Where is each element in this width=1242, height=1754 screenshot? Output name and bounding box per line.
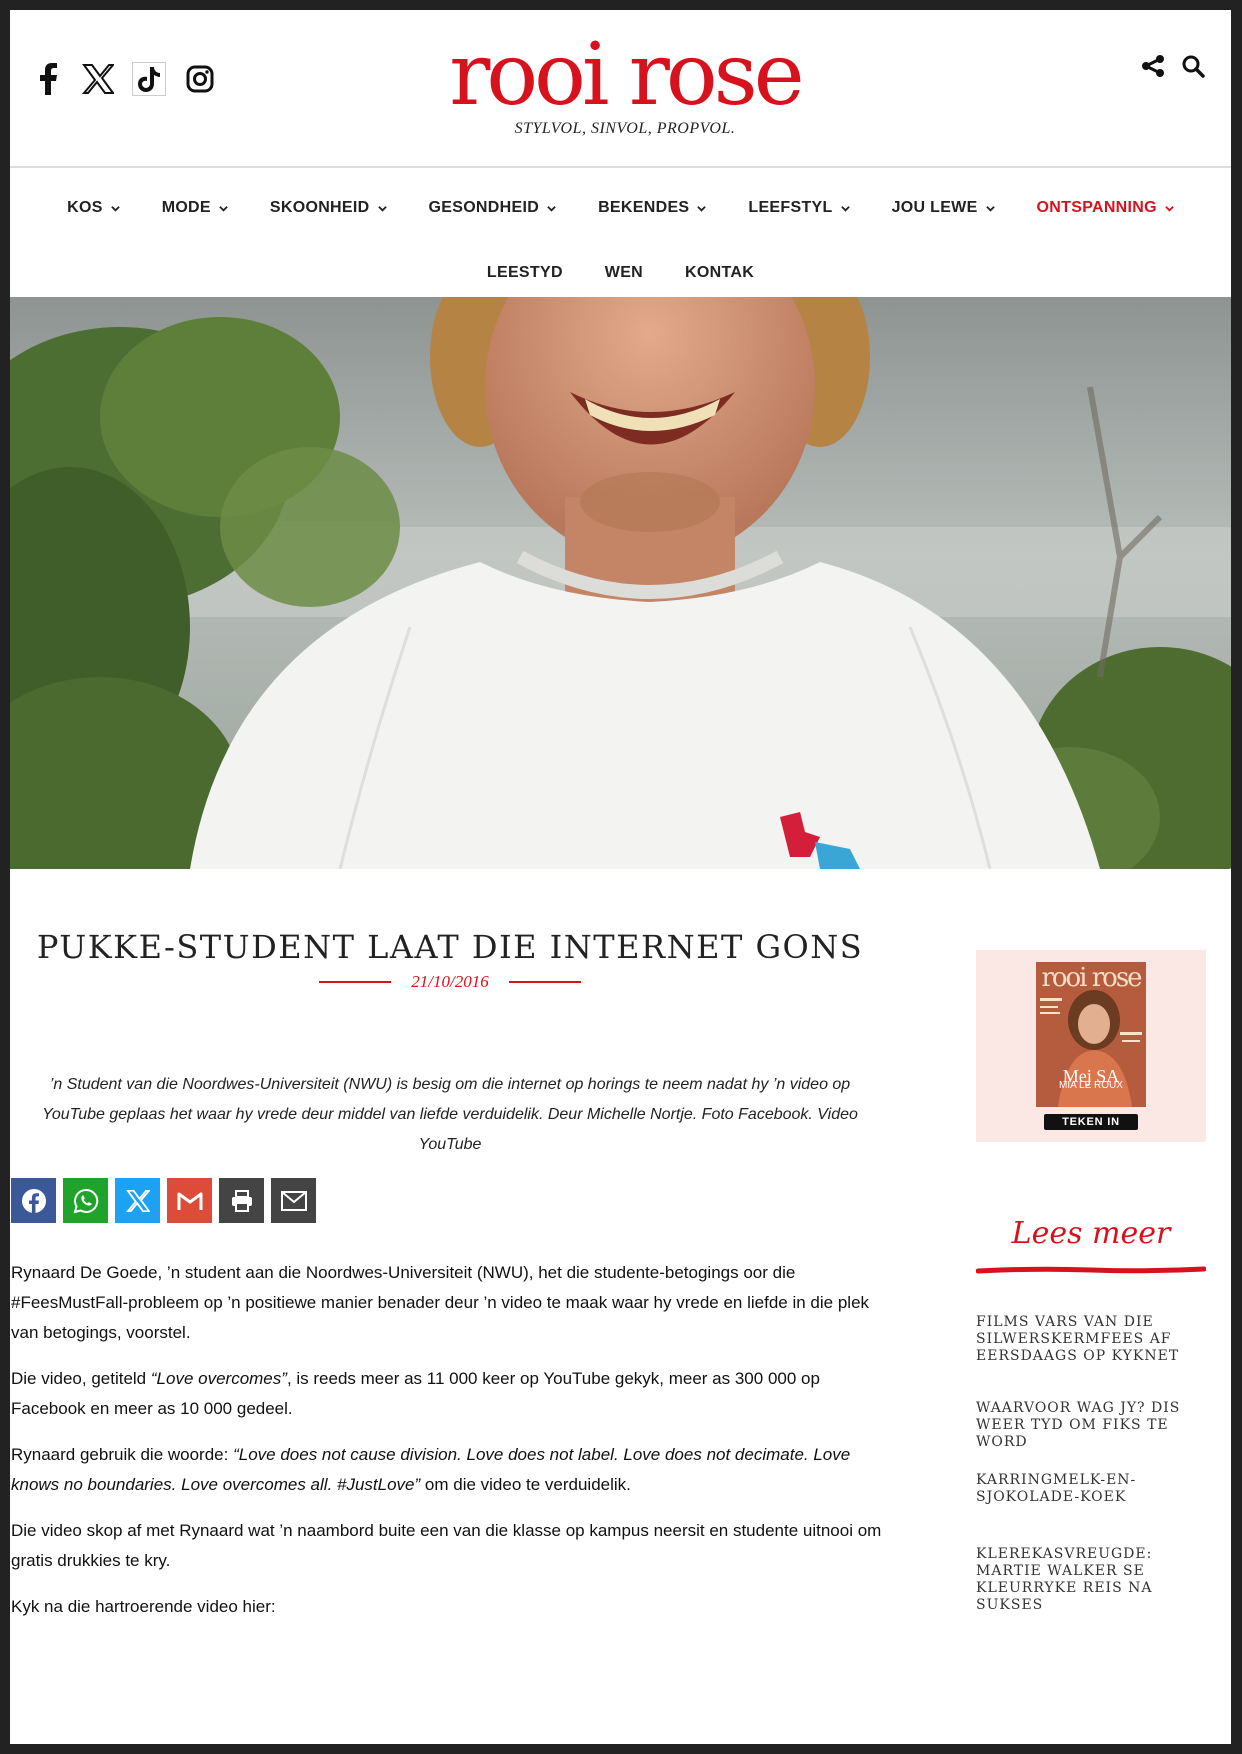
nav-item-skoonheid[interactable]: SKOONHEID [270, 199, 387, 217]
nav-item-leefstyl[interactable]: LEEFSTYL [748, 199, 850, 217]
facebook-icon [21, 1188, 46, 1214]
nav-item-kontak[interactable]: KONTAK [685, 264, 754, 282]
emphasis: “Love overcomes” [150, 1369, 287, 1388]
chevron-down-icon [697, 205, 707, 212]
nav-label: KOS [67, 199, 103, 216]
hero-photo [10, 297, 1231, 869]
nav-item-jou-lewe[interactable]: JOU LEWE [892, 199, 995, 217]
cover-title: rooi rose [1041, 963, 1142, 993]
x-icon [125, 1189, 150, 1212]
nav-item-kos[interactable]: KOS [67, 199, 120, 217]
nav-item-wen[interactable]: WEN [605, 264, 643, 282]
subscribe-button[interactable]: TEKEN IN [1044, 1114, 1138, 1130]
nav-item-bekendes[interactable]: BEKENDES [598, 199, 707, 217]
date-rule-right [508, 981, 581, 983]
nav-label: KONTAK [685, 264, 755, 281]
nav-label: ONTSPANNING [1036, 199, 1157, 216]
hero-photo-art [10, 297, 1231, 869]
envelope-icon [280, 1190, 307, 1211]
nav-label: LEESTYD [486, 264, 563, 281]
article-date: 21/10/2016 [411, 972, 489, 991]
lees-meer-underline [976, 1266, 1206, 1274]
nav-item-leestyd[interactable]: LEESTYD [487, 264, 563, 282]
lees-meer-heading: Lees meer [1011, 1216, 1171, 1251]
nav-label: SKOONHEID [269, 199, 370, 216]
article-body: Rynaard De Goede, ’n student aan die Noo… [11, 1258, 891, 1638]
chevron-down-icon [985, 205, 995, 212]
chevron-down-icon [840, 205, 850, 212]
instagram-icon[interactable] [184, 63, 216, 95]
printer-icon [231, 1189, 252, 1212]
related-link[interactable]: KARRINGMELK-EN-SJOKOLADE-KOEK [976, 1472, 1208, 1506]
text: om die video te verduidelik. [420, 1475, 631, 1494]
logo-wordmark: rooi rose [449, 25, 804, 125]
main-nav-row-2: LEESTYD WEN KONTAK [10, 253, 1231, 293]
facebook-icon[interactable] [32, 63, 64, 95]
nav-label: GESONDHEID [428, 199, 540, 216]
whatsapp-share-button[interactable] [63, 1178, 108, 1223]
article-intro: ’n Student van die Noordwes-Universiteit… [42, 1076, 858, 1153]
article-title: PUKKE-STUDENT LAAT DIE INTERNET GONS [36, 928, 864, 966]
x-icon[interactable] [82, 63, 114, 95]
article-paragraph: Rynaard De Goede, ’n student aan die Noo… [11, 1263, 870, 1342]
tiktok-icon[interactable] [132, 62, 166, 96]
related-link[interactable]: WAARVOOR WAG JY? DIS WEER TYD OM FIKS TE… [976, 1400, 1208, 1451]
article-dateline: 21/10/2016 [10, 972, 890, 992]
date-rule-left [319, 981, 392, 983]
facebook-share-button[interactable] [11, 1178, 56, 1223]
chevron-down-icon [1165, 205, 1174, 212]
nav-item-ontspanning[interactable]: ONTSPANNING [1037, 199, 1174, 217]
nav-label: JOU LEWE [891, 199, 978, 216]
social-links [32, 62, 216, 96]
nav-label: WEN [604, 264, 644, 281]
share-icon[interactable] [1141, 54, 1165, 78]
article-paragraph: Die video skop af met Rynaard wat ’n naa… [11, 1521, 882, 1570]
nav-label: LEEFSTYL [748, 199, 833, 216]
header-tools [1141, 54, 1205, 78]
gmail-icon [177, 1192, 202, 1210]
nav-label: BEKENDES [598, 199, 690, 216]
magazine-subscribe-ad[interactable]: rooi rose Mej SA MIA LE ROUX TEKEN IN [976, 950, 1206, 1142]
site-header: rooi rose STYLVOL, SINVOL, PROPVOL. [10, 10, 1231, 166]
gmail-share-button[interactable] [167, 1178, 212, 1223]
related-link[interactable]: KLEREKASVREUGDE: MARTIE WALKER SE KLEURR… [976, 1546, 1208, 1614]
header-divider [10, 166, 1231, 168]
chevron-down-icon [377, 205, 387, 212]
chevron-down-icon [110, 205, 120, 212]
article-paragraph: Rynaard gebruik die woorde: “Love does n… [11, 1440, 891, 1500]
nav-item-mode[interactable]: MODE [162, 199, 228, 217]
email-share-button[interactable] [271, 1178, 316, 1223]
chevron-down-icon [219, 205, 228, 212]
x-share-button[interactable] [115, 1178, 160, 1223]
share-bar [11, 1178, 316, 1223]
site-logo[interactable]: rooi rose STYLVOL, SINVOL, PROPVOL. [430, 32, 820, 138]
article-paragraph: Kyk na die hartroerende video hier: [11, 1597, 276, 1616]
chevron-down-icon [547, 205, 556, 212]
text: Rynaard gebruik die woorde: [11, 1445, 234, 1464]
print-button[interactable] [219, 1178, 264, 1223]
page: rooi rose STYLVOL, SINVOL, PROPVOL. KOS … [10, 10, 1231, 1744]
whatsapp-icon [73, 1188, 98, 1213]
search-icon[interactable] [1181, 54, 1205, 78]
main-nav-row-1: KOS MODE SKOONHEID GESONDHEID BEKENDES L… [10, 188, 1231, 228]
cover-subhead: MIA LE ROUX [1059, 1080, 1123, 1091]
nav-item-gesondheid[interactable]: GESONDHEID [429, 199, 557, 217]
article-paragraph: Die video, getiteld “Love overcomes”, is… [11, 1364, 891, 1424]
text: Die video, getiteld [11, 1369, 151, 1388]
nav-label: MODE [161, 199, 211, 216]
related-link[interactable]: FILMS VARS VAN DIE SILWERSKERMFEES AF EE… [976, 1314, 1208, 1365]
magazine-cover: rooi rose Mej SA MIA LE ROUX [1036, 962, 1146, 1107]
